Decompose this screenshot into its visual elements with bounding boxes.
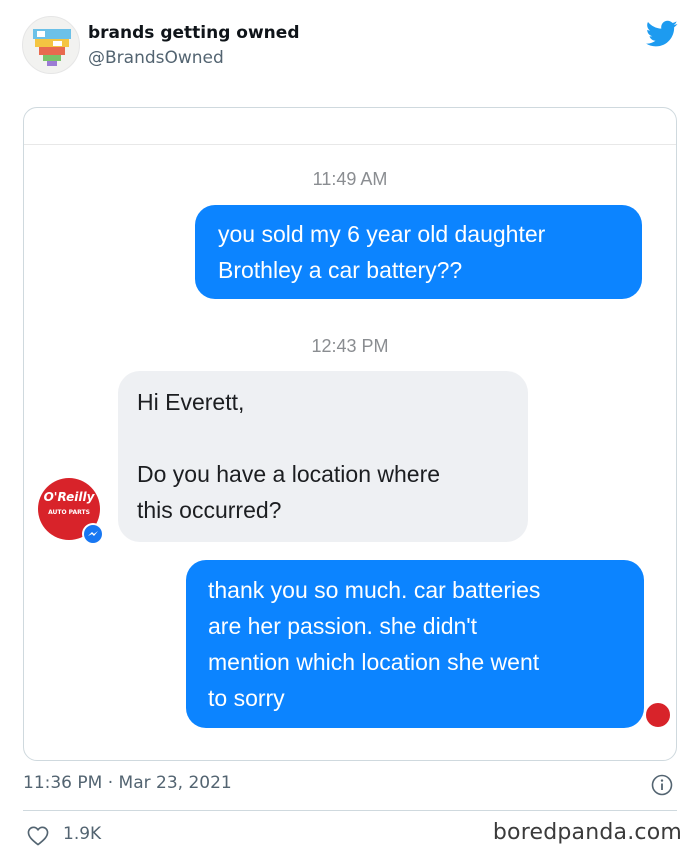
attached-screenshot[interactable]: 11:49 AM you sold my 6 year old daughter… bbox=[23, 107, 677, 761]
info-icon[interactable] bbox=[651, 774, 673, 796]
tweet-header: brands getting owned @BrandsOwned bbox=[22, 16, 682, 78]
chat-timestamp: 12:43 PM bbox=[311, 336, 389, 356]
incoming-message-bubble: Hi Everett, Do you have a location where… bbox=[118, 371, 528, 542]
tweet-timestamp[interactable]: 11:36 PM · Mar 23, 2021 bbox=[23, 773, 232, 793]
display-name[interactable]: brands getting owned bbox=[88, 23, 300, 43]
tweet-card: brands getting owned @BrandsOwned 11:49 … bbox=[0, 0, 700, 864]
outgoing-message-bubble: thank you so much. car batteries are her… bbox=[186, 560, 644, 728]
divider bbox=[23, 810, 677, 811]
divider bbox=[24, 144, 676, 145]
messenger-badge-icon bbox=[82, 523, 104, 545]
avatar-collage-image bbox=[33, 29, 71, 66]
like-count[interactable]: 1.9K bbox=[63, 824, 101, 844]
site-watermark: boredpanda.com bbox=[492, 820, 682, 845]
profile-avatar[interactable] bbox=[22, 16, 80, 74]
brand-logo-text: O'Reilly bbox=[43, 490, 95, 504]
seen-indicator-avatar bbox=[644, 701, 672, 729]
twitter-bird-icon[interactable] bbox=[646, 20, 678, 48]
heart-icon[interactable] bbox=[27, 826, 49, 846]
user-handle[interactable]: @BrandsOwned bbox=[88, 48, 224, 68]
outgoing-message-bubble: you sold my 6 year old daughter Brothley… bbox=[195, 205, 642, 299]
chat-timestamp: 11:49 AM bbox=[312, 169, 388, 189]
brand-logo-subtext: AUTO PARTS bbox=[48, 509, 90, 516]
